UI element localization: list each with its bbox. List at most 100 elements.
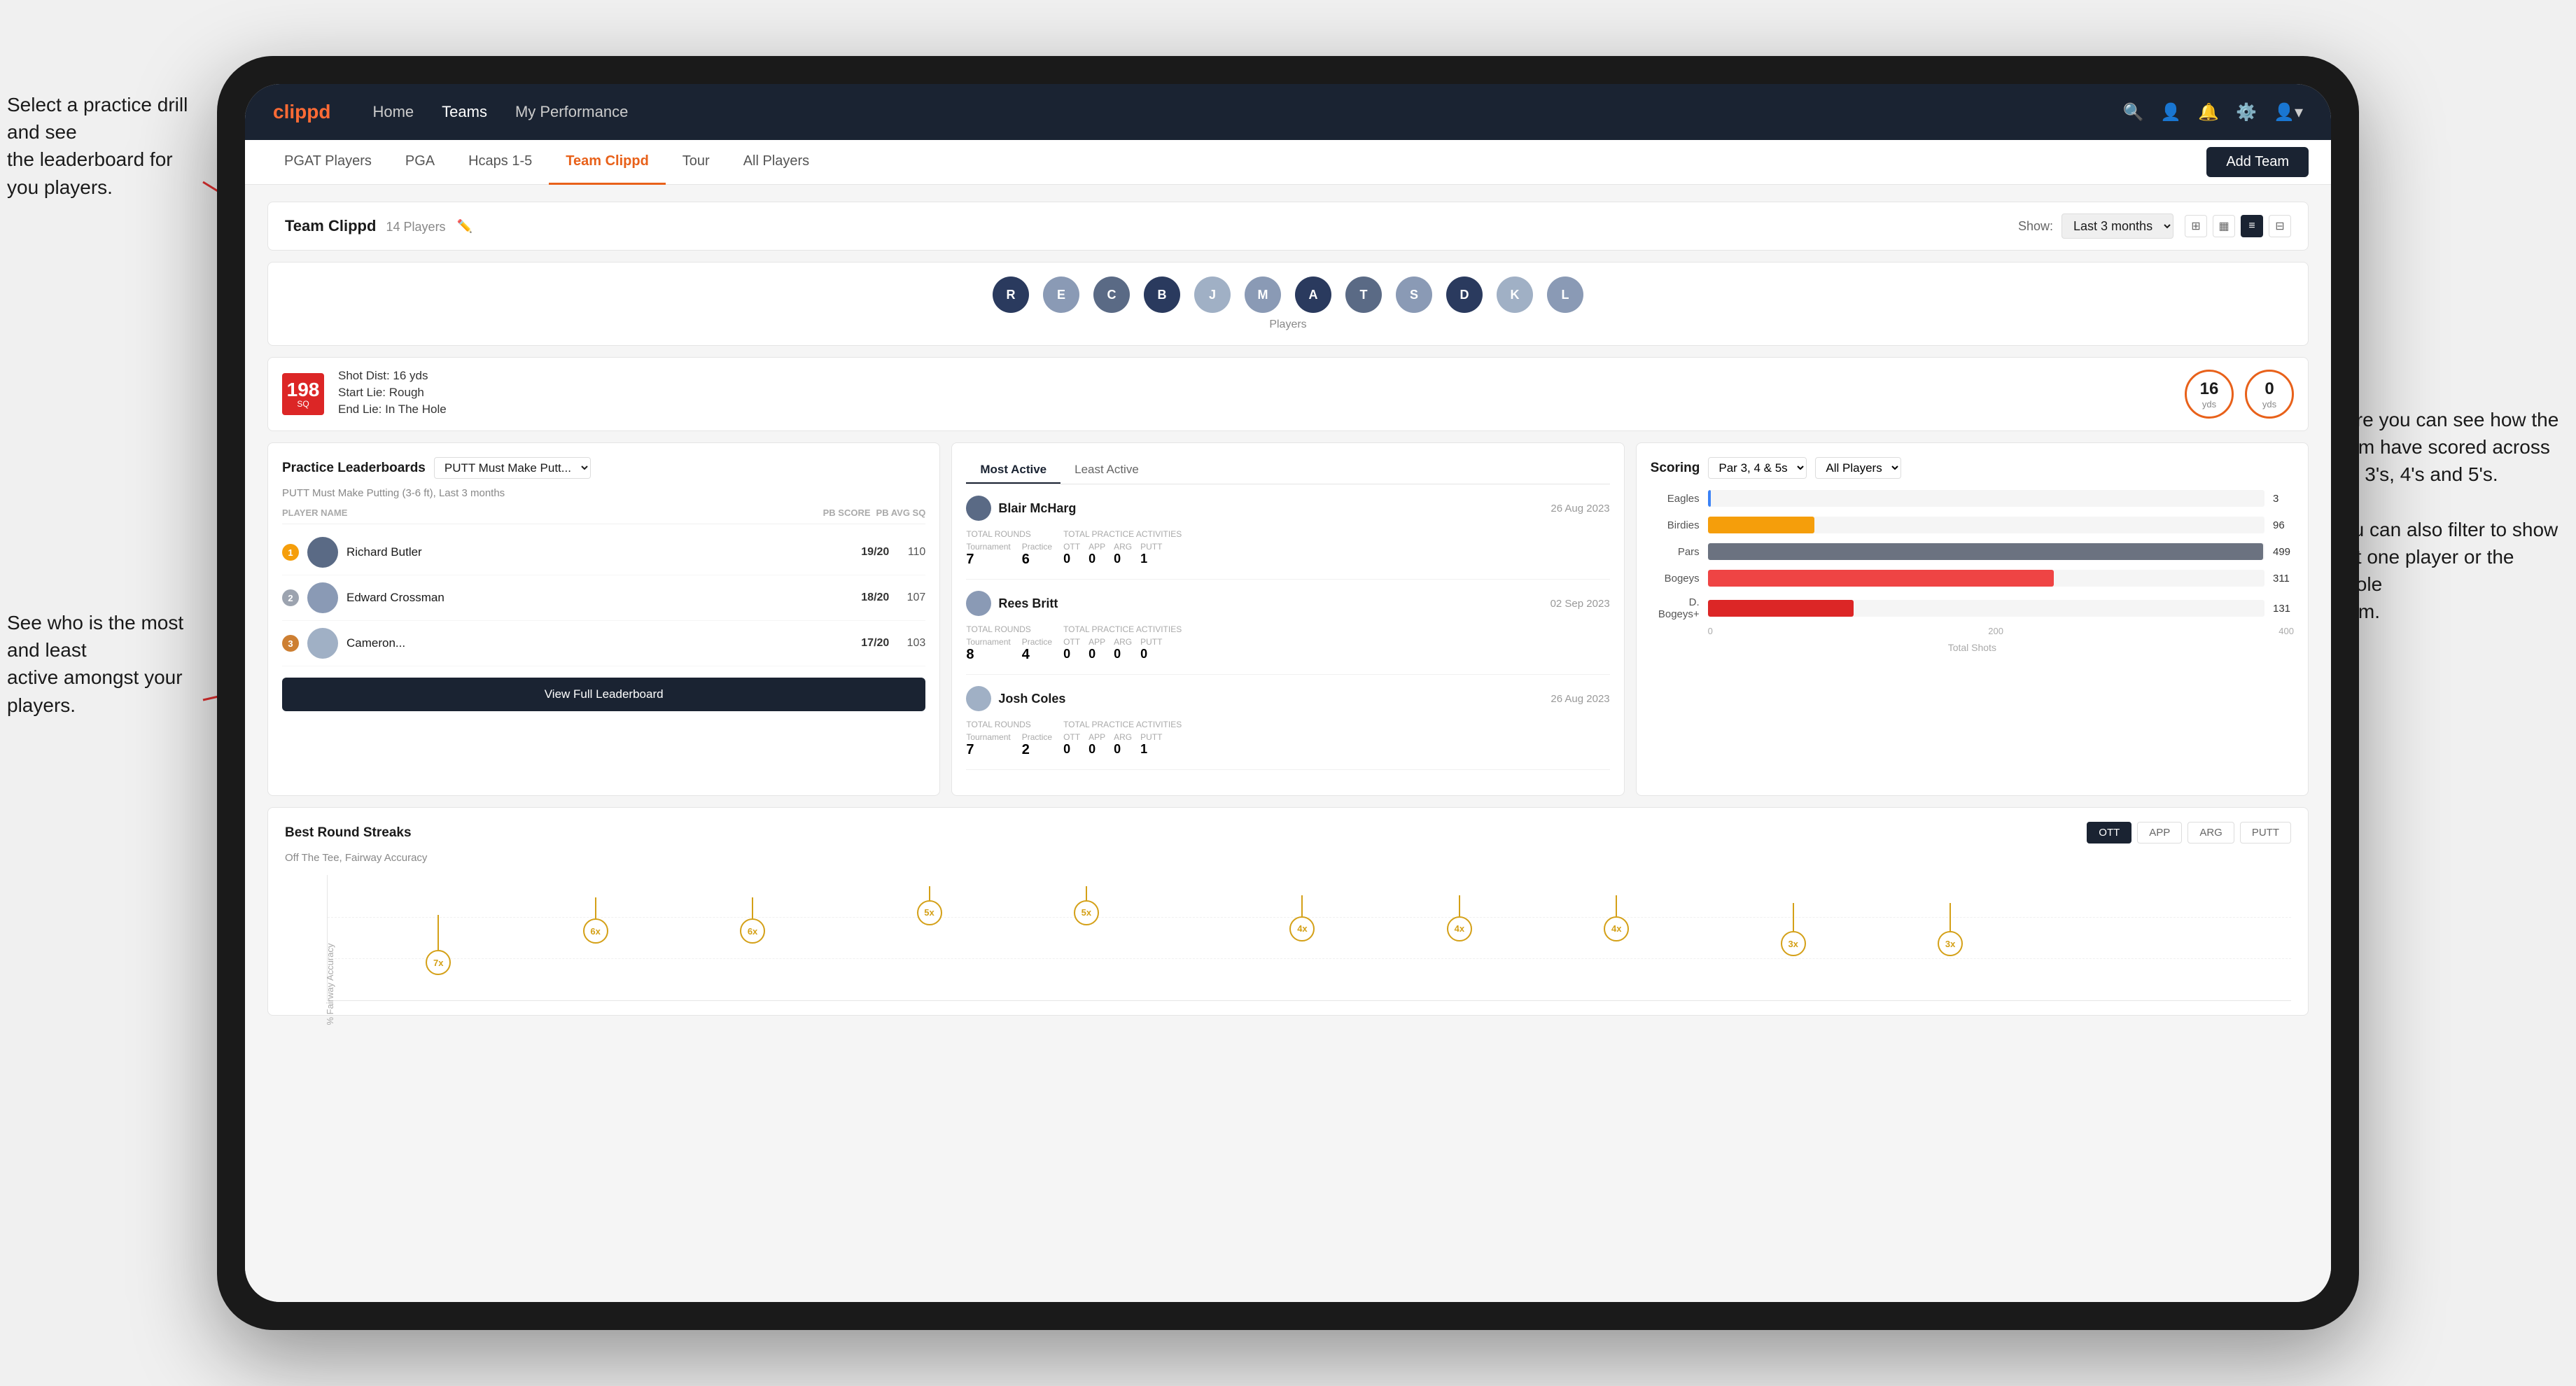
lb-avg-2: 107	[897, 592, 925, 604]
nav-home[interactable]: Home	[372, 103, 414, 121]
avatar-11[interactable]: K	[1497, 276, 1533, 313]
nav-teams[interactable]: Teams	[442, 103, 487, 121]
bar-track-eagles	[1708, 490, 2264, 507]
streak-point-9: 3x	[1781, 903, 1806, 956]
player-avatar-josh	[966, 686, 991, 711]
sub-nav-pgat[interactable]: PGAT Players	[267, 140, 388, 185]
bar-row-dbogeys: D. Bogeys+ 131	[1651, 596, 2294, 620]
shot-distance: 16 yds 0 yds	[2185, 370, 2294, 419]
sub-nav-hcaps[interactable]: Hcaps 1-5	[451, 140, 549, 185]
streak-btn-arg[interactable]: ARG	[2188, 822, 2234, 844]
player-avatar-rees	[966, 591, 991, 616]
scoring-filter-players[interactable]: All Players	[1815, 457, 1901, 479]
view-icon-grid2[interactable]: ▦	[2213, 215, 2235, 237]
settings-icon[interactable]: ⚙️	[2236, 102, 2257, 122]
players-label: Players	[285, 318, 2291, 331]
add-team-button[interactable]: Add Team	[2206, 147, 2309, 177]
streak-point-2: 6x	[583, 897, 608, 944]
logo: clippd	[273, 101, 330, 123]
streaks-filter-buttons: OTT APP ARG PUTT	[2087, 822, 2291, 844]
lb-score-3: 17/20	[861, 637, 889, 650]
tablet-screen: clippd Home Teams My Performance 🔍 👤 🔔 ⚙…	[245, 84, 2331, 1302]
avatar-1[interactable]: R	[993, 276, 1029, 313]
tab-most-active[interactable]: Most Active	[966, 457, 1060, 484]
shot-number: 198 SQ	[282, 373, 324, 415]
avatar-5[interactable]: J	[1194, 276, 1231, 313]
lb-row-1: 1 Richard Butler 19/20 110	[282, 530, 925, 575]
bar-label-eagles: Eagles	[1651, 493, 1700, 505]
sub-nav-team-clippd[interactable]: Team Clippd	[549, 140, 666, 185]
avatar-4[interactable]: B	[1144, 276, 1180, 313]
sub-nav-all-players[interactable]: All Players	[727, 140, 826, 185]
streak-point-6: 4x	[1289, 895, 1315, 941]
scoring-panel: Scoring Par 3, 4 & 5s All Players Eagles	[1636, 442, 2309, 796]
avatar-9[interactable]: S	[1396, 276, 1432, 313]
avatar-10[interactable]: D	[1446, 276, 1483, 313]
avatar-3[interactable]: C	[1093, 276, 1130, 313]
streak-point-4: 5x	[917, 886, 942, 925]
lb-avatar-2	[307, 582, 338, 613]
profile-icon[interactable]: 👤▾	[2274, 102, 2303, 122]
bar-val-birdies: 96	[2273, 519, 2294, 531]
tablet-frame: clippd Home Teams My Performance 🔍 👤 🔔 ⚙…	[217, 56, 2359, 1330]
players-avatars: R E C B J M A T S D K L	[285, 276, 2291, 313]
avatar-12[interactable]: L	[1547, 276, 1583, 313]
shot-start-lie: Start Lie: Rough	[338, 386, 2171, 400]
team-header: Team Clippd 14 Players ✏️ Show: Last 3 m…	[267, 202, 2309, 251]
view-full-leaderboard-button[interactable]: View Full Leaderboard	[282, 678, 925, 711]
team-title: Team Clippd 14 Players	[285, 217, 446, 235]
nav-my-performance[interactable]: My Performance	[515, 103, 628, 121]
streak-point-8: 4x	[1604, 895, 1629, 941]
edit-icon[interactable]: ✏️	[457, 219, 472, 234]
tab-least-active[interactable]: Least Active	[1060, 457, 1153, 484]
streak-btn-app[interactable]: APP	[2137, 822, 2182, 844]
player-name-blair: Blair McHarg	[998, 501, 1544, 516]
bell-icon[interactable]: 🔔	[2198, 102, 2219, 122]
distance-circle-2: 0 yds	[2245, 370, 2294, 419]
sub-nav-pga[interactable]: PGA	[388, 140, 451, 185]
scoring-filter-par[interactable]: Par 3, 4 & 5s	[1708, 457, 1807, 479]
shot-info-card: 198 SQ Shot Dist: 16 yds Start Lie: Roug…	[267, 357, 2309, 431]
nav-icons: 🔍 👤 🔔 ⚙️ 👤▾	[2123, 102, 2304, 122]
lb-rank-1: 1	[282, 544, 299, 561]
show-select[interactable]: Last 3 months	[2062, 214, 2174, 239]
player-date-blair: 26 Aug 2023	[1550, 503, 1609, 514]
lb-rank-3: 3	[282, 635, 299, 652]
lb-avatar-1	[307, 537, 338, 568]
streak-btn-ott[interactable]: OTT	[2087, 822, 2132, 844]
player-name-josh: Josh Coles	[998, 692, 1544, 706]
avatar-8[interactable]: T	[1345, 276, 1382, 313]
bar-fill-pars	[1708, 543, 2264, 560]
lb-name-2: Edward Crossman	[346, 591, 853, 605]
avatar-2[interactable]: E	[1043, 276, 1079, 313]
drill-select[interactable]: PUTT Must Make Putt...	[434, 457, 591, 479]
avatar-6[interactable]: M	[1245, 276, 1281, 313]
view-icon-list[interactable]: ≡	[2241, 215, 2263, 237]
view-icon-settings[interactable]: ⊟	[2269, 215, 2291, 237]
lb-rank-2: 2	[282, 589, 299, 606]
distance-circle-1: 16 yds	[2185, 370, 2234, 419]
main-content: Team Clippd 14 Players ✏️ Show: Last 3 m…	[245, 185, 2331, 1302]
streak-btn-putt[interactable]: PUTT	[2240, 822, 2291, 844]
leaderboard-panel-header: Practice Leaderboards PUTT Must Make Put…	[282, 457, 925, 479]
view-icon-grid1[interactable]: ⊞	[2185, 215, 2207, 237]
bar-track-pars	[1708, 543, 2264, 560]
lb-row-3: 3 Cameron... 17/20 103	[282, 621, 925, 666]
lb-avg-1: 110	[897, 546, 925, 559]
lb-score-1: 19/20	[861, 546, 889, 559]
sub-nav-tour[interactable]: Tour	[666, 140, 727, 185]
streak-point-1: 7x	[426, 915, 451, 975]
bar-fill-bogeys	[1708, 570, 2054, 587]
shot-end-lie: End Lie: In The Hole	[338, 402, 2171, 416]
lb-name-3: Cameron...	[346, 636, 853, 650]
streak-point-10: 3x	[1938, 903, 1963, 956]
avatar-7[interactable]: A	[1295, 276, 1331, 313]
bar-val-bogeys: 311	[2273, 573, 2294, 584]
lb-score-2: 18/20	[861, 592, 889, 604]
shot-dist: Shot Dist: 16 yds	[338, 369, 2171, 383]
player-avatar-blair	[966, 496, 991, 521]
search-icon[interactable]: 🔍	[2123, 102, 2144, 122]
player-card-josh: Josh Coles 26 Aug 2023 Total Rounds Tour…	[966, 686, 1609, 770]
sub-nav: PGAT Players PGA Hcaps 1-5 Team Clippd T…	[245, 140, 2331, 185]
user-icon[interactable]: 👤	[2160, 102, 2181, 122]
